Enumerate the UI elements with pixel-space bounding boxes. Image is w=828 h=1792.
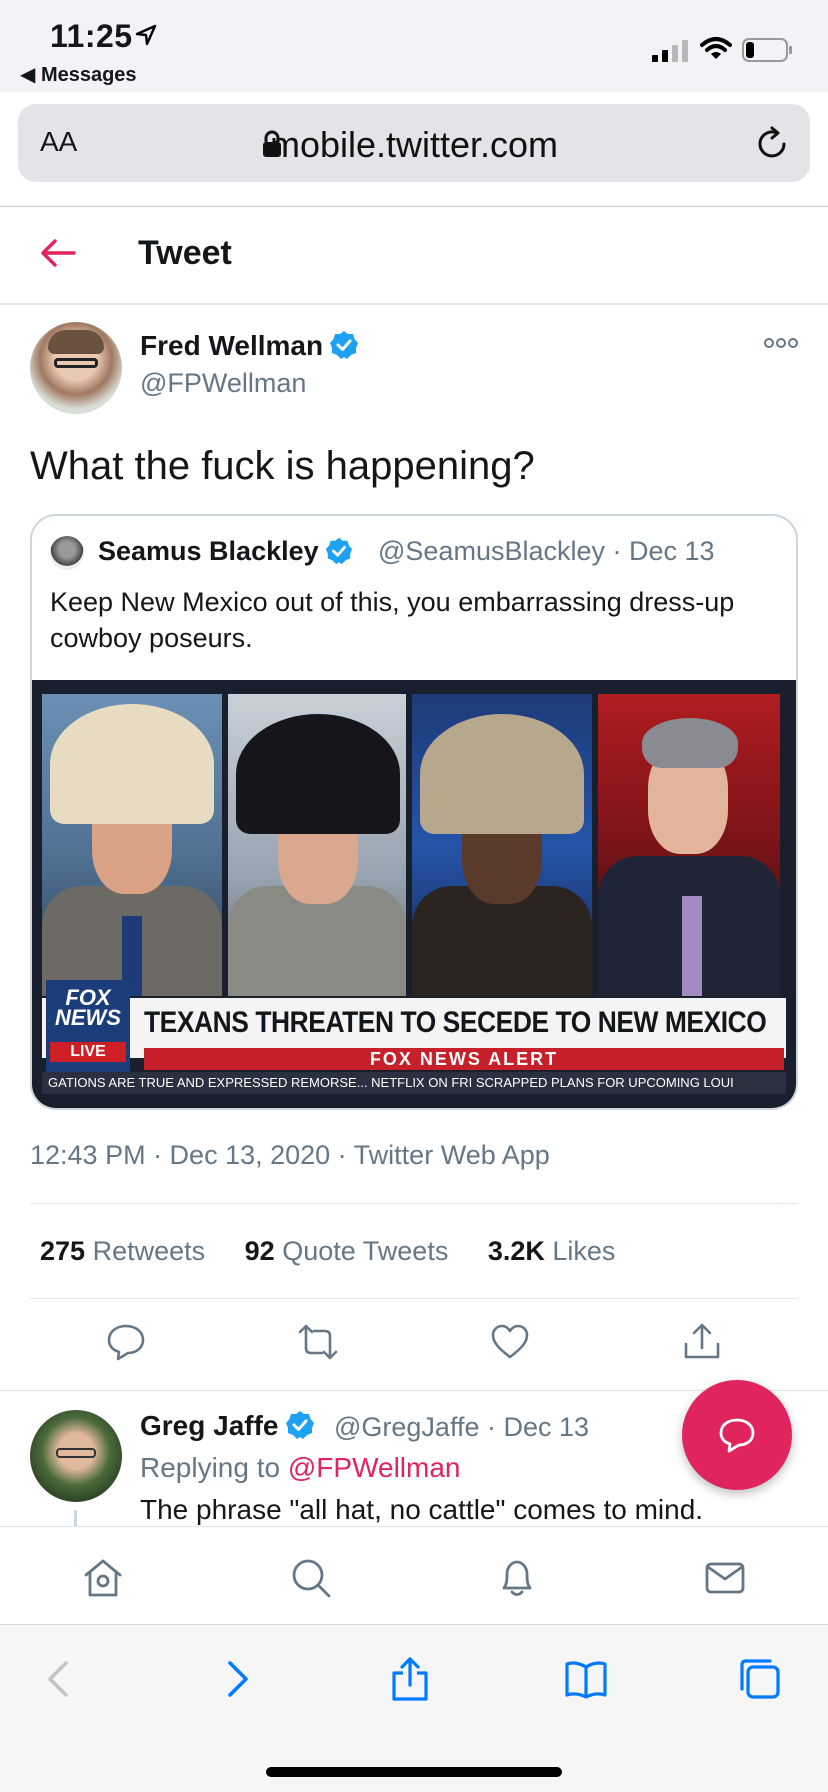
more-options-icon[interactable]	[764, 336, 798, 350]
home-indicator[interactable]	[266, 1767, 562, 1777]
quoted-tweet-text: Keep New Mexico out of this, you embarra…	[50, 587, 735, 653]
location-arrow-icon	[135, 24, 157, 46]
safari-toolbar	[0, 1624, 828, 1792]
home-icon[interactable]	[82, 1557, 124, 1599]
chyron-alert: FOX NEWS ALERT	[144, 1048, 784, 1070]
verified-badge-icon	[325, 537, 352, 565]
quote-tweets-stat[interactable]: 92 Quote Tweets	[245, 1236, 449, 1267]
reply-text: The phrase "all hat, no cattle" comes to…	[140, 1494, 704, 1525]
tweet-text: What the fuck is happening?	[30, 444, 535, 488]
divider	[30, 1203, 798, 1204]
share-icon[interactable]	[388, 1657, 432, 1701]
notifications-icon[interactable]	[496, 1557, 538, 1599]
back-arrow-icon[interactable]	[40, 238, 76, 268]
page-title: Tweet	[138, 234, 232, 272]
compose-reply-icon	[719, 1418, 755, 1453]
image-panel	[228, 694, 406, 996]
verified-badge-icon	[285, 1411, 314, 1439]
reply-icon[interactable]	[106, 1322, 146, 1362]
tabs-icon[interactable]	[738, 1657, 782, 1701]
replying-to-handle[interactable]: @FPWellman	[288, 1452, 461, 1483]
retweet-icon[interactable]	[298, 1322, 338, 1362]
reload-icon[interactable]	[754, 126, 790, 162]
image-panel	[598, 694, 780, 996]
messages-icon[interactable]	[704, 1557, 746, 1599]
reply-meta: @GregJaffe · Dec 13	[334, 1412, 590, 1442]
tweet-stats: 275 Retweets 92 Quote Tweets 3.2K Likes	[40, 1236, 647, 1267]
cellular-signal-icon	[652, 40, 688, 62]
author-avatar[interactable]	[30, 322, 122, 414]
status-time: 11:25	[50, 18, 133, 54]
back-icon[interactable]	[38, 1657, 82, 1701]
verified-badge-icon	[330, 331, 359, 359]
reply-author-name[interactable]: Greg Jaffe	[140, 1410, 315, 1442]
address-bar[interactable]: AA mobile.twitter.com	[18, 104, 810, 182]
divider	[30, 1298, 798, 1299]
compose-button[interactable]	[682, 1380, 792, 1490]
forward-icon[interactable]	[214, 1657, 258, 1701]
quoted-tweet-image[interactable]: FOX NEWS LIVE TEXANS THREATEN TO SECEDE …	[32, 680, 796, 1108]
quoted-author-name: Seamus Blackley	[98, 536, 353, 567]
bookmarks-icon[interactable]	[564, 1657, 608, 1701]
quoted-tweet-card[interactable]: Seamus Blackley @SeamusBlackley · Dec 13…	[30, 514, 798, 1110]
author-name[interactable]: Fred Wellman	[140, 330, 359, 362]
wifi-icon	[700, 37, 732, 59]
back-to-messages-link[interactable]: ◀ Messages	[20, 62, 137, 87]
twitter-bottom-nav	[0, 1526, 828, 1624]
reply-author-avatar[interactable]	[30, 1410, 122, 1502]
share-icon[interactable]	[682, 1322, 722, 1362]
quoted-author-avatar	[50, 536, 84, 570]
replying-to-line: Replying to @FPWellman	[140, 1452, 461, 1483]
tweet-timestamp[interactable]: 12:43 PM · Dec 13, 2020 · Twitter Web Ap…	[30, 1140, 550, 1171]
url-text[interactable]: mobile.twitter.com	[18, 124, 810, 166]
quoted-meta: @SeamusBlackley · Dec 13	[378, 536, 715, 566]
like-icon[interactable]	[490, 1322, 530, 1362]
image-panel	[412, 694, 592, 996]
divider	[0, 303, 828, 305]
chyron-headline: TEXANS THREATEN TO SECEDE TO NEW MEXICO	[144, 1006, 767, 1039]
status-bar: 11:25 ◀ Messages	[0, 0, 828, 92]
chyron-ticker: GATIONS ARE TRUE AND EXPRESSED REMORSE..…	[42, 1072, 786, 1094]
image-panel	[42, 694, 222, 996]
retweets-stat[interactable]: 275 Retweets	[40, 1236, 205, 1267]
search-icon[interactable]	[290, 1557, 332, 1599]
battery-icon	[742, 38, 792, 62]
author-handle[interactable]: @FPWellman	[140, 368, 306, 399]
fox-news-logo: FOX NEWS LIVE	[46, 980, 130, 1080]
likes-stat[interactable]: 3.2K Likes	[488, 1236, 616, 1267]
divider	[0, 206, 828, 207]
thread-line	[74, 1510, 77, 1526]
